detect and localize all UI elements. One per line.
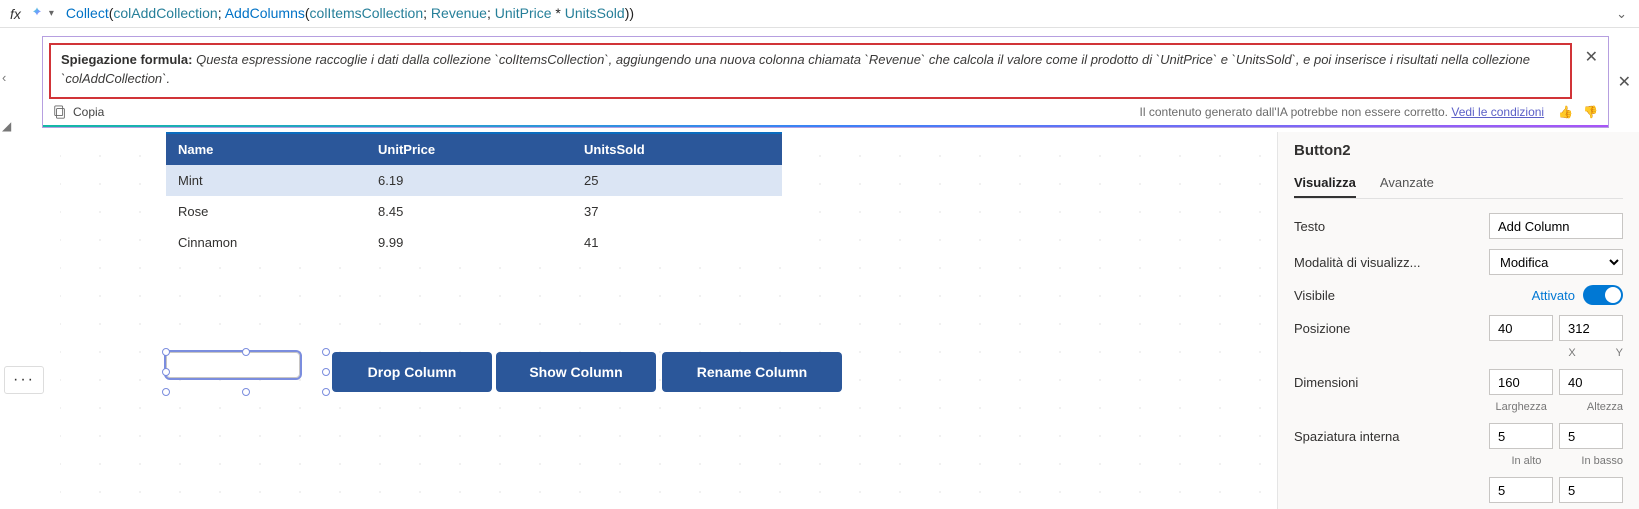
data-table[interactable]: Name UnitPrice UnitsSold Mint 6.19 25 Ro… (166, 132, 782, 258)
table-row[interactable]: Rose 8.45 37 (166, 196, 782, 227)
text-input[interactable] (1489, 213, 1623, 239)
pos-x-input[interactable] (1489, 315, 1553, 341)
canvas[interactable]: Name UnitPrice UnitsSold Mint 6.19 25 Ro… (60, 132, 1273, 509)
back-icon[interactable]: ‹ (2, 70, 11, 85)
accent-bar (43, 125, 1608, 127)
label-text: Testo (1294, 219, 1325, 234)
sel-handle[interactable] (242, 348, 250, 356)
formula-dropdown[interactable]: ▾ (49, 8, 54, 19)
pad-right-input[interactable] (1559, 477, 1623, 503)
sel-handle[interactable] (322, 388, 330, 396)
properties-tabs: Visualizza Avanzate (1294, 169, 1623, 199)
formula-expand[interactable]: ⌄ (1610, 6, 1633, 22)
sel-handle[interactable] (162, 388, 170, 396)
tab-advanced[interactable]: Avanzate (1380, 169, 1434, 198)
label-position: Posizione (1294, 321, 1350, 336)
copy-icon (53, 105, 67, 119)
thumbs-up-icon[interactable]: 👍 (1558, 105, 1573, 119)
sel-handle[interactable] (322, 348, 330, 356)
explanation-title: Spiegazione formula: (61, 52, 192, 67)
tree-collapse-icon[interactable]: ◢ (2, 119, 11, 133)
terms-link[interactable]: Vedi le condizioni (1451, 105, 1544, 119)
drop-column-button[interactable]: Drop Column (332, 352, 492, 392)
ai-disclaimer: Il contenuto generato dall'IA potrebbe n… (1140, 105, 1545, 119)
label-size: Dimensioni (1294, 375, 1358, 390)
copilot-icon[interactable] (29, 6, 45, 22)
more-button[interactable]: ··· (4, 366, 44, 394)
copy-label: Copia (73, 105, 104, 119)
height-input[interactable] (1559, 369, 1623, 395)
displaymode-select[interactable]: Modifica (1489, 249, 1623, 275)
width-input[interactable] (1489, 369, 1553, 395)
pad-top-input[interactable] (1489, 423, 1553, 449)
rename-column-button[interactable]: Rename Column (662, 352, 842, 392)
sel-handle[interactable] (322, 368, 330, 376)
control-name: Button2 (1294, 142, 1623, 159)
tok-collect: Collect (66, 5, 109, 21)
add-column-button[interactable]: Add Column (166, 352, 300, 378)
close-icon[interactable]: ✕ (1585, 47, 1598, 67)
left-gutter: ‹ ◢ (2, 46, 11, 133)
sel-handle[interactable] (242, 388, 250, 396)
pad-left-input[interactable] (1489, 477, 1553, 503)
panel-close-icon[interactable]: ✕ (1618, 72, 1631, 92)
label-padding: Spaziatura interna (1294, 429, 1400, 444)
col-unitssold[interactable]: UnitsSold (572, 134, 782, 165)
tab-display[interactable]: Visualizza (1294, 169, 1356, 198)
table-row[interactable]: Mint 6.19 25 (166, 165, 782, 196)
formula-text[interactable]: Collect(colAddCollection; AddColumns(col… (66, 5, 1610, 22)
pad-bottom-input[interactable] (1559, 423, 1623, 449)
sel-handle[interactable] (162, 368, 170, 376)
pos-y-input[interactable] (1559, 315, 1623, 341)
sel-handle[interactable] (162, 348, 170, 356)
show-column-button[interactable]: Show Column (496, 352, 656, 392)
col-unitprice[interactable]: UnitPrice (366, 134, 572, 165)
table-row[interactable]: Cinnamon 9.99 41 (166, 227, 782, 258)
fx-label: fx (10, 6, 21, 22)
explanation-panel: ✕ Spiegazione formula: Questa espression… (42, 36, 1609, 128)
label-visible: Visibile (1294, 288, 1335, 303)
copy-button[interactable]: Copia (53, 105, 104, 119)
table-header: Name UnitPrice UnitsSold (166, 134, 782, 165)
visible-toggle[interactable] (1583, 285, 1623, 305)
properties-pane: Button2 Visualizza Avanzate Testo Modali… (1277, 132, 1639, 509)
visible-state: Attivato (1532, 288, 1575, 303)
col-name[interactable]: Name (166, 134, 366, 165)
formula-bar: fx ▾ Collect(colAddCollection; AddColumn… (0, 0, 1639, 28)
label-displaymode: Modalità di visualizz... (1294, 255, 1420, 270)
thumbs-down-icon[interactable]: 👎 (1583, 105, 1598, 119)
tok-addcolumns: AddColumns (225, 5, 305, 21)
